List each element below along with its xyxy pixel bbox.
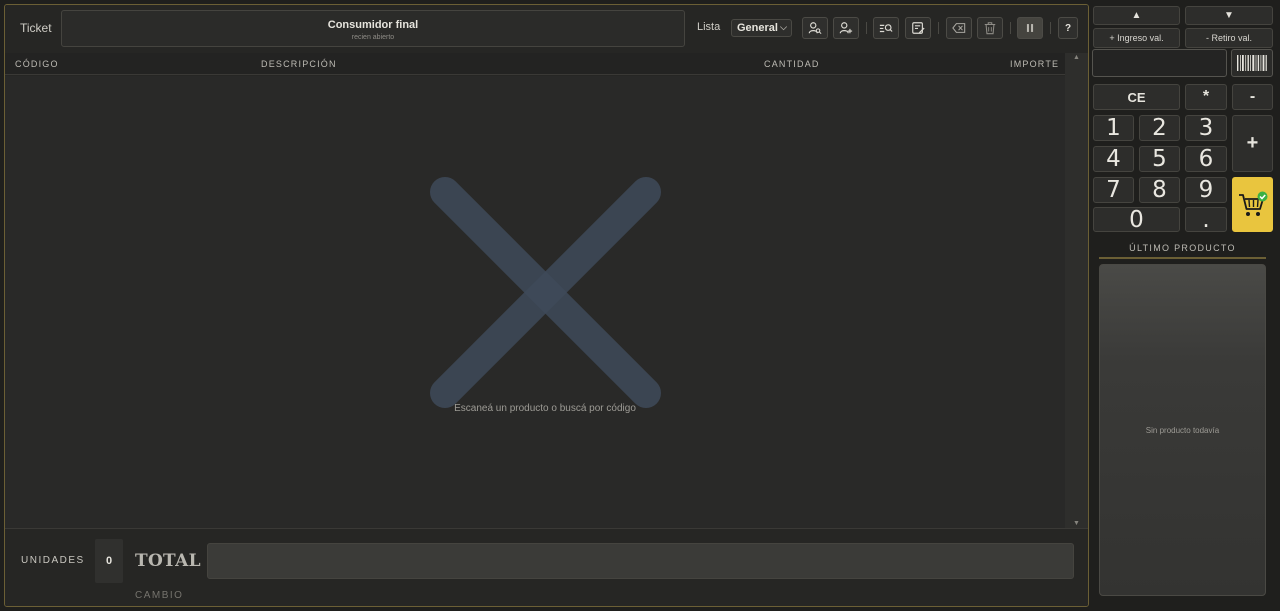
plus-icon: + (1246, 132, 1259, 154)
down-button[interactable]: ▼ (1185, 6, 1273, 25)
minus-icon: - (1249, 88, 1256, 105)
key-6[interactable]: 6 (1185, 146, 1227, 172)
search-product-button[interactable] (873, 17, 899, 39)
empty-state-message: Escaneá un producto o buscá por código (454, 403, 636, 414)
key-dot-label: . (1202, 206, 1210, 233)
help-icon: ? (1064, 22, 1072, 34)
key-5-label: 5 (1152, 146, 1167, 172)
key-2[interactable]: 2 (1139, 115, 1180, 141)
toolbar-divider (866, 22, 867, 34)
key-0[interactable]: 0 (1093, 206, 1180, 233)
key-2-label: 2 (1152, 115, 1167, 141)
items-scrollbar[interactable]: ▲ ▼ (1065, 53, 1088, 528)
toolbar-divider (1050, 22, 1051, 34)
empty-cart-icon (430, 177, 661, 408)
cash-out-label: - Retiro val. (1205, 33, 1252, 43)
backspace-icon (952, 23, 966, 33)
last-product-empty: Sin producto todavía (1145, 426, 1220, 435)
units-count: 0 (95, 539, 123, 583)
last-product-title: ÚLTIMO PRODUCTO (1129, 243, 1236, 253)
column-header-code: CÓDIGO (15, 59, 59, 69)
plus-button[interactable]: + (1232, 115, 1273, 172)
key-5[interactable]: 5 (1139, 146, 1180, 172)
ticket-status: recien abierto (351, 34, 395, 41)
table-header: CÓDIGO DESCRIPCIÓN CANTIDAD IMPORTE (5, 53, 1065, 75)
scroll-up-icon[interactable]: ▲ (1065, 54, 1088, 61)
key-dot[interactable]: . (1185, 206, 1227, 233)
edit-ticket-button[interactable] (905, 17, 931, 39)
add-customer-icon (839, 22, 853, 34)
clear-entry-button[interactable]: CE (1093, 84, 1180, 110)
price-list-value: General (737, 22, 778, 34)
barcode-button[interactable] (1231, 49, 1273, 77)
trash-icon (984, 22, 996, 35)
last-product-divider (1099, 257, 1266, 259)
help-button[interactable]: ? (1058, 17, 1078, 39)
key-8-label: 8 (1152, 177, 1167, 203)
chevron-down-icon: ⌵ (780, 22, 787, 32)
toolbar-divider (1010, 22, 1011, 34)
key-6-label: 6 (1198, 146, 1214, 172)
total-amount (207, 543, 1074, 579)
key-1-label: 1 (1106, 115, 1121, 141)
price-list-select[interactable]: General ⌵ (731, 19, 792, 37)
search-product-icon (879, 24, 893, 33)
key-7[interactable]: 7 (1093, 177, 1134, 203)
scan-input[interactable] (1092, 49, 1227, 77)
column-header-description: DESCRIPCIÓN (261, 59, 337, 69)
edit-ticket-icon (912, 22, 925, 34)
key-4-label: 4 (1106, 146, 1121, 172)
scroll-down-icon[interactable]: ▼ (1065, 520, 1088, 527)
column-header-quantity: CANTIDAD (764, 59, 820, 69)
key-9-label: 9 (1198, 177, 1214, 203)
pause-button[interactable] (1017, 17, 1043, 39)
keypad-panel: ▲ ▼ + Ingreso val. - Retiro val. CE * - … (1092, 0, 1280, 611)
key-7-label: 7 (1106, 177, 1121, 203)
customer-name: Consumidor final (327, 19, 419, 31)
backspace-button[interactable] (946, 17, 972, 39)
key-3[interactable]: 3 (1185, 115, 1227, 141)
search-customer-icon (808, 22, 822, 35)
column-header-amount: IMPORTE (1010, 59, 1060, 69)
key-9[interactable]: 9 (1185, 177, 1227, 203)
multiply-icon: * (1202, 88, 1210, 105)
ce-label: CE (1127, 89, 1146, 105)
key-8[interactable]: 8 (1139, 177, 1180, 203)
key-0-label: 0 (1129, 206, 1144, 233)
add-customer-button[interactable] (833, 17, 859, 39)
customer-selector[interactable]: Consumidor final recien abierto (61, 10, 685, 47)
minus-button[interactable]: - (1232, 84, 1273, 110)
key-4[interactable]: 4 (1093, 146, 1134, 172)
search-customer-button[interactable] (802, 17, 828, 39)
ticket-items-list: Escaneá un producto o buscá por código (5, 76, 1065, 528)
cash-in-label: + Ingreso val. (1109, 33, 1164, 43)
ticket-header: Ticket Consumidor final recien abierto L… (5, 5, 1088, 51)
price-list-label: Lista (697, 21, 721, 33)
cash-in-button[interactable]: + Ingreso val. (1093, 28, 1180, 48)
multiply-button[interactable]: * (1185, 84, 1227, 110)
arrow-down-icon: ▼ (1224, 10, 1234, 21)
toolbar-divider (938, 22, 939, 34)
checkout-button[interactable] (1232, 177, 1273, 232)
up-button[interactable]: ▲ (1093, 6, 1180, 25)
ticket-label: Ticket (20, 21, 52, 35)
pause-icon (1026, 24, 1034, 32)
units-label: UNIDADES (21, 555, 85, 566)
key-1[interactable]: 1 (1093, 115, 1134, 141)
cash-out-button[interactable]: - Retiro val. (1185, 28, 1273, 48)
key-3-label: 3 (1198, 115, 1214, 141)
last-product-card: Sin producto todavía (1099, 264, 1266, 596)
barcode-icon (1237, 55, 1267, 71)
arrow-up-icon: ▲ (1131, 10, 1142, 21)
delete-ticket-button[interactable] (977, 17, 1003, 39)
cart-check-icon (1238, 191, 1267, 216)
ticket-panel: Ticket Consumidor final recien abierto L… (4, 4, 1089, 607)
totals-bar: UNIDADES 0 TOTAL CAMBIO (5, 528, 1088, 606)
change-label: CAMBIO (135, 590, 184, 601)
total-label: TOTAL (135, 551, 201, 571)
